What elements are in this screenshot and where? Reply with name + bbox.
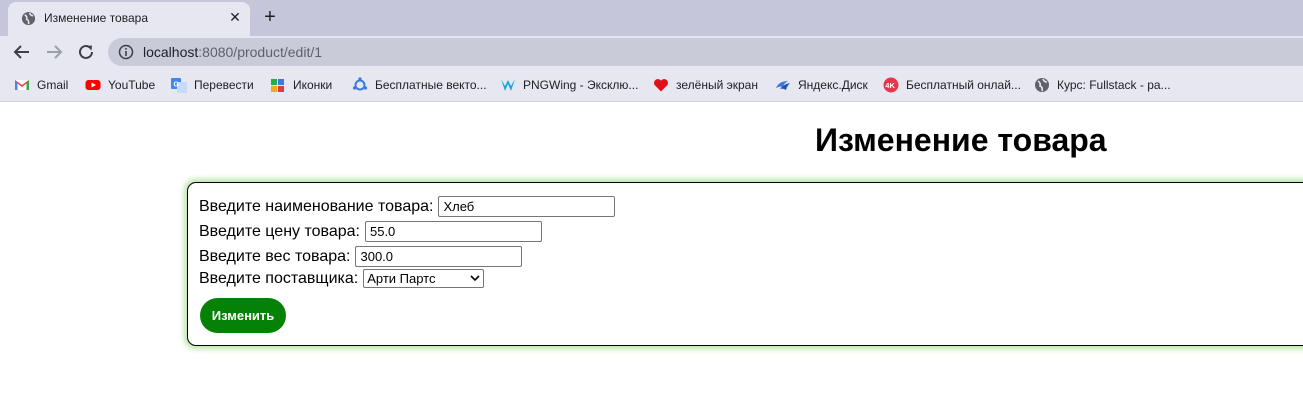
globe-icon — [21, 11, 36, 26]
bookmark-label: Яндекс.Диск — [798, 78, 868, 92]
bookmark-youtube[interactable]: YouTube — [85, 77, 155, 93]
supplier-select[interactable]: Арти Партс — [363, 269, 485, 288]
bookmark-gmail[interactable]: Gmail — [14, 77, 68, 93]
translate-icon: G — [171, 78, 187, 93]
edit-product-form: Введите наименование товара: Введите цен… — [187, 182, 1303, 346]
bookmark-pngwing[interactable]: PNGWing - Эксклю... — [500, 77, 638, 93]
tab-title: Изменение товара — [44, 11, 148, 25]
bookmark-label: PNGWing - Эксклю... — [523, 78, 639, 92]
bookmark-label: Иконки — [293, 78, 333, 92]
forward-arrow-icon[interactable] — [43, 41, 65, 63]
reload-icon[interactable] — [75, 41, 97, 63]
url-path: :8080/product/edit/1 — [198, 44, 323, 60]
bookmark-translate[interactable]: G Перевести — [171, 77, 254, 93]
youtube-icon — [85, 80, 101, 90]
pngwing-icon — [501, 79, 515, 91]
chevron-down-icon — [470, 275, 480, 282]
gmail-icon — [15, 80, 29, 90]
close-tab-icon[interactable]: ✕ — [227, 9, 243, 25]
bookmark-vectors[interactable]: Бесплатные векто... — [352, 77, 487, 93]
weight-input[interactable] — [355, 246, 523, 267]
bookmark-label: Gmail — [37, 78, 69, 92]
icons8-icon — [271, 79, 284, 92]
weight-row: Введите вес товара: — [199, 246, 523, 267]
price-label: Введите цену товара: — [199, 222, 360, 240]
bookmark-green-screen[interactable]: зелёный экран — [653, 77, 758, 93]
weight-label: Введите вес товара: — [199, 247, 351, 265]
globe-icon — [1035, 78, 1049, 92]
back-arrow-icon[interactable] — [11, 41, 33, 63]
bookmark-label: YouTube — [108, 78, 156, 92]
bookmark-online-4k[interactable]: 4K Бесплатный онлай... — [883, 77, 1021, 93]
url-text[interactable]: localhost:8080/product/edit/1 — [143, 44, 322, 60]
name-label: Введите наименование товара: — [199, 197, 434, 215]
page-title: Изменение товара — [815, 122, 1107, 158]
price-input[interactable] — [364, 221, 542, 242]
browser-tab[interactable]: Изменение товара ✕ — [8, 2, 250, 36]
bookmark-icons[interactable]: Иконки — [270, 77, 332, 93]
bookmark-label: Бесплатный онлай... — [906, 78, 1021, 92]
browser-toolbar: localhost:8080/product/edit/1 — [0, 36, 1303, 68]
bookmark-label: Курс: Fullstack - ра... — [1057, 78, 1171, 92]
url-host: localhost — [143, 44, 199, 60]
submit-button[interactable]: Изменить — [200, 298, 286, 333]
vector-icon — [352, 77, 368, 91]
bookmark-label: Перевести — [194, 78, 254, 92]
price-row: Введите цену товара: — [199, 221, 542, 242]
bookmark-label: зелёный экран — [676, 78, 758, 92]
name-input[interactable] — [438, 196, 616, 217]
address-bar[interactable]: localhost:8080/product/edit/1 — [108, 38, 1303, 66]
svg-text:G: G — [174, 82, 180, 89]
yandex-disk-icon — [776, 81, 790, 90]
bookmark-label: Бесплатные векто... — [375, 78, 487, 92]
name-row: Введите наименование товара: — [199, 196, 616, 217]
tab-strip: Изменение товара ✕ + — [0, 0, 1303, 36]
supplier-selected-value: Арти Партс — [367, 271, 436, 286]
bookmark-yandex-disk[interactable]: Яндекс.Диск — [775, 77, 868, 93]
svg-text:4K: 4K — [885, 81, 895, 90]
4k-icon: 4K — [883, 77, 899, 93]
bookmark-course[interactable]: Курс: Fullstack - ра... — [1034, 77, 1171, 93]
supplier-label: Введите поставщика: — [199, 269, 359, 287]
heart-icon — [654, 79, 668, 92]
bookmarks-bar: Gmail YouTube G Перевести Иконки Бесплат… — [0, 68, 1303, 102]
info-icon[interactable] — [118, 44, 134, 60]
new-tab-button[interactable]: + — [259, 6, 281, 28]
supplier-row: Введите поставщика: Арти Партс — [199, 269, 485, 288]
